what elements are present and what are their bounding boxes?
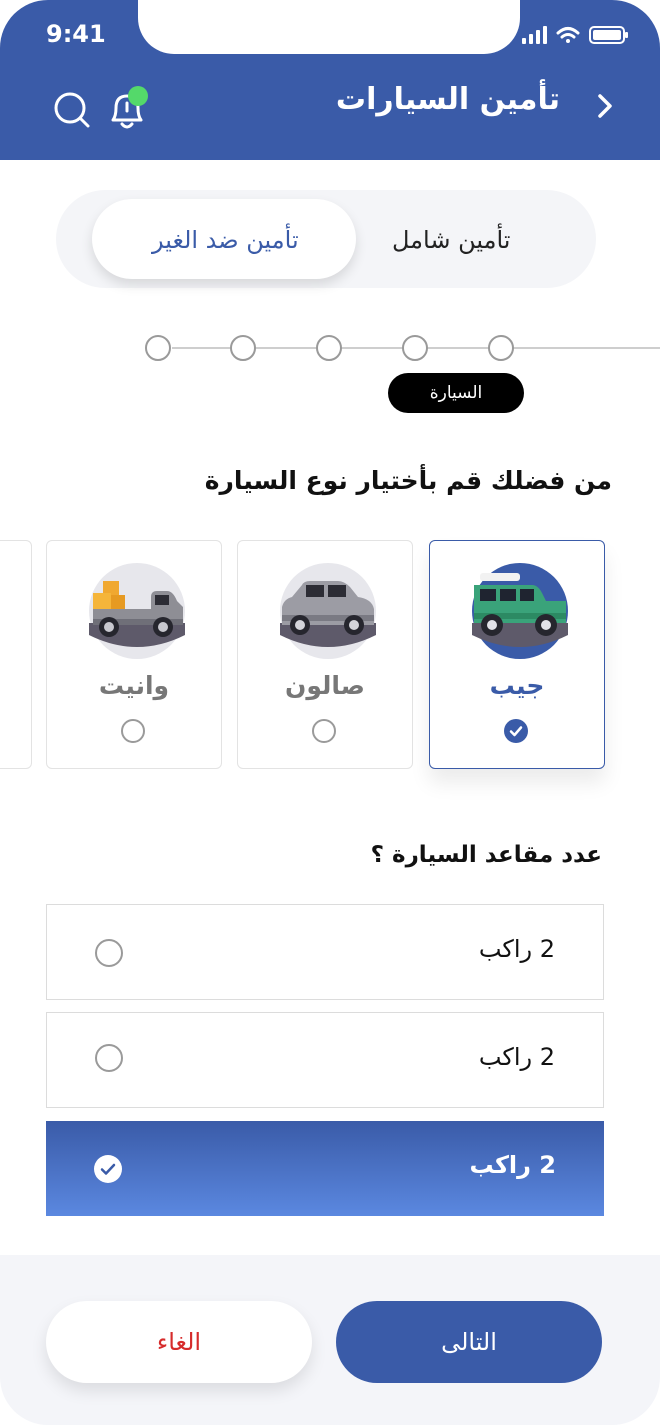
next-button[interactable]: التالى (336, 1301, 602, 1383)
tab-comprehensive[interactable]: تأمين شامل (392, 226, 510, 254)
notification-dot (128, 86, 148, 106)
seat-option-label: 2 راكب (469, 1151, 556, 1179)
step-dot (316, 335, 342, 361)
phone-screen: 9:41 تأمين السيارات تأمين ضد الغير تأمين… (0, 0, 660, 1425)
car-type-card-pickup[interactable]: وانيت (46, 540, 222, 769)
seat-option[interactable]: 2 راكب (46, 1012, 604, 1108)
cancel-button[interactable]: الغاء (46, 1301, 312, 1383)
seat-option[interactable]: 2 راكب (46, 904, 604, 1000)
wifi-icon (556, 27, 580, 43)
car-type-question: من فضلك قم بأختيار نوع السيارة (204, 466, 612, 495)
step-dot (230, 335, 256, 361)
seat-option-selected[interactable]: 2 راكب (46, 1121, 604, 1216)
check-icon (509, 726, 523, 737)
jeep-icon (472, 563, 568, 659)
seats-question: عدد مقاعد السيارة ؟ (370, 842, 602, 868)
status-icons (522, 26, 628, 44)
check-icon (100, 1163, 116, 1175)
progress-stepper (145, 335, 660, 361)
car-type-card-jeep[interactable]: جيب (429, 540, 605, 769)
device-notch (138, 0, 520, 54)
current-step-label: السيارة (388, 373, 524, 413)
status-time: 9:41 (46, 20, 106, 48)
step-dot (145, 335, 171, 361)
radio-unchecked[interactable] (95, 939, 123, 967)
car-type-label: وانيت (98, 671, 170, 700)
seat-option-label: 2 راكب (478, 935, 555, 963)
radio-checked[interactable] (504, 719, 528, 743)
radio-checked[interactable] (94, 1155, 122, 1183)
chevron-right-icon[interactable] (592, 92, 618, 120)
signal-icon (522, 26, 547, 44)
step-dot (488, 335, 514, 361)
radio-unchecked[interactable] (95, 1044, 123, 1072)
sedan-icon (280, 563, 376, 659)
search-icon[interactable] (52, 90, 92, 130)
pickup-truck-icon (89, 563, 185, 659)
seat-option-label: 2 راكب (478, 1043, 555, 1071)
battery-icon (589, 26, 628, 44)
car-type-card-partial[interactable] (0, 540, 32, 769)
radio-unchecked[interactable] (312, 719, 336, 743)
page-title: تأمين السيارات (335, 82, 560, 117)
radio-unchecked[interactable] (121, 719, 145, 743)
step-dot (402, 335, 428, 361)
car-type-label: جيب (489, 671, 545, 700)
car-type-card-sedan[interactable]: صالون (237, 540, 413, 769)
tab-third-party[interactable]: تأمين ضد الغير (152, 226, 299, 254)
car-type-label: صالون (285, 671, 365, 700)
